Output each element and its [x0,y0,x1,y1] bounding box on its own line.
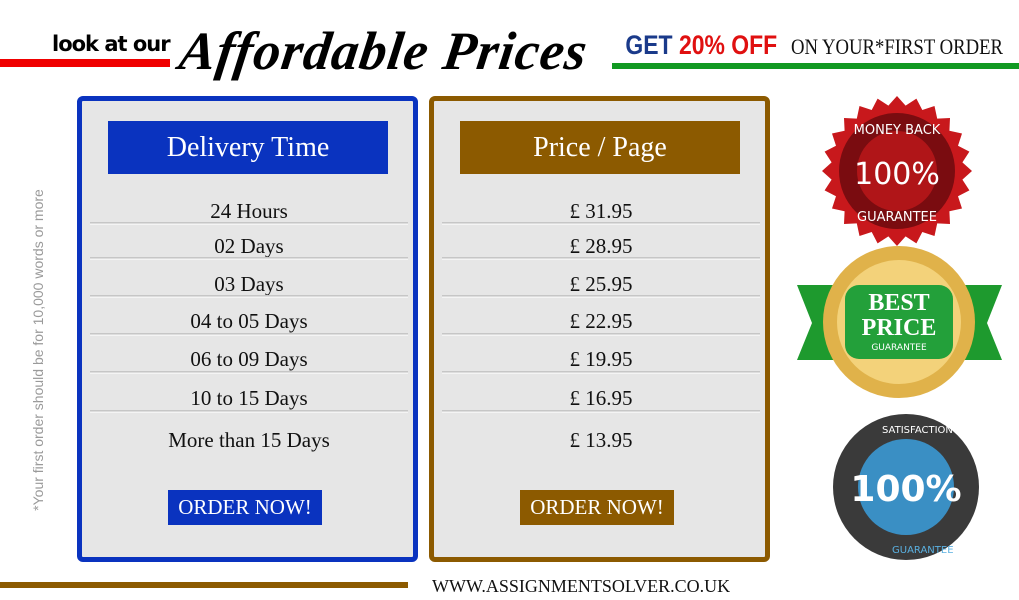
badge-text: PRICE [862,315,937,341]
row-divider [90,222,408,225]
offer-banner: GET 20% OFF ON YOUR*FIRST ORDER [612,30,1019,61]
brown-divider [0,582,408,588]
row-divider [90,257,408,260]
table-row: 02 Days [214,234,284,258]
row-divider [442,295,760,298]
badge-text: 100% [850,469,961,510]
offer-get: GET [625,30,679,60]
row-divider [90,333,408,336]
order-now-button[interactable]: ORDER NOW! [520,490,674,525]
table-row: £ 22.95 [569,309,633,333]
table-row: £ 28.95 [569,234,633,258]
table-row: 10 to 15 Days [190,386,308,410]
badge-text: MONEY BACK [854,123,941,138]
badge-text: BEST [868,290,929,316]
table-row: 24 Hours [210,199,288,223]
price-title: Price / Page [460,121,740,174]
best-price-badge: BEST PRICE GUARANTEE [797,246,1002,398]
page-title: Affordable Prices [175,21,592,81]
money-back-badge: 100% MONEY BACK GUARANTEE [822,96,972,246]
table-row: £ 13.95 [569,428,633,452]
badge-text: SATISFACTION [882,425,953,436]
satisfaction-badge: 100% SATISFACTION GUARANTEE [833,414,979,560]
order-note: *Your first order should be for 10,000 w… [30,189,46,511]
badge-text: GUARANTEE [871,343,927,353]
row-divider [442,333,760,336]
badge-text: 100% [854,157,940,192]
table-row: 04 to 05 Days [190,309,308,333]
green-divider [612,63,1019,69]
offer-text: ON YOUR*FIRST ORDER [790,34,1003,59]
delivery-panel: Delivery Time 24 Hours 02 Days 03 Days 04 t… [77,96,418,562]
badge-text: GUARANTEE [892,545,954,556]
lead-text: look at our [52,32,171,56]
badge-text: GUARANTEE [857,210,937,225]
price-panel: Price / Page £ 31.95 £ 28.95 £ 25.95 £ 22.9… [429,96,770,562]
row-divider [90,410,408,413]
table-row: More than 15 Days [168,428,330,452]
website-url[interactable]: WWW.ASSIGNMENTSOLVER.CO.UK [432,576,730,597]
table-row: £ 25.95 [569,272,633,296]
row-divider [442,257,760,260]
row-divider [442,222,760,225]
row-divider [90,295,408,298]
table-row: 03 Days [214,272,284,296]
row-divider [442,371,760,374]
table-row: 06 to 09 Days [190,347,308,371]
table-row: £ 16.95 [569,386,633,410]
red-divider [0,59,170,67]
offer-percent: 20% OFF [678,30,778,60]
table-row: £ 31.95 [569,199,633,223]
order-now-button[interactable]: ORDER NOW! [168,490,322,525]
row-divider [442,410,760,413]
row-divider [90,371,408,374]
table-row: £ 19.95 [569,347,633,371]
delivery-title: Delivery Time [108,121,388,174]
